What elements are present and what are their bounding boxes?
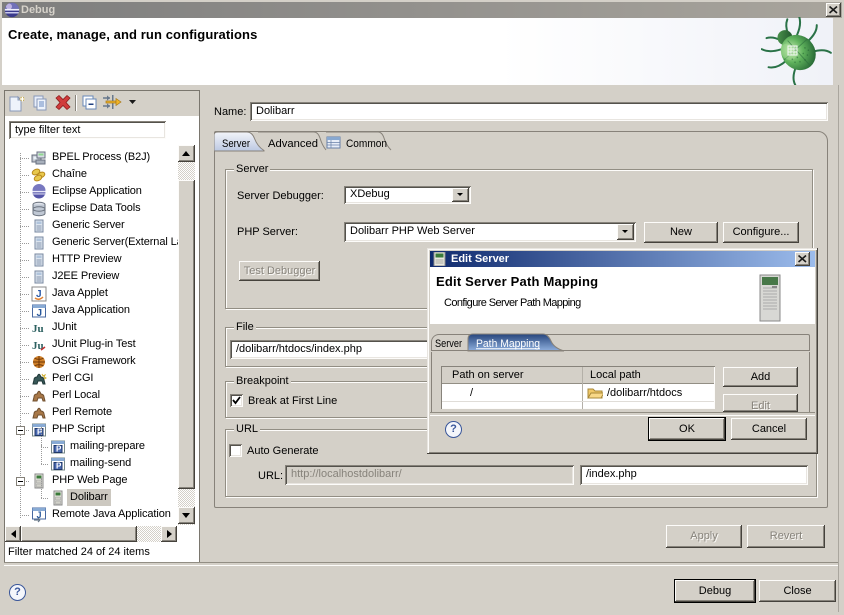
svg-text:Advanced: Advanced <box>268 138 318 150</box>
svg-text:J: J <box>36 289 42 300</box>
svg-text:Server: Server <box>435 338 462 350</box>
svg-text:P: P <box>56 445 62 454</box>
svg-text:P: P <box>56 462 62 471</box>
svg-text:Server: Server <box>222 138 250 150</box>
svg-text:Common: Common <box>346 138 387 150</box>
svg-text:J: J <box>37 308 43 319</box>
svg-text:Ju: Ju <box>32 323 44 335</box>
